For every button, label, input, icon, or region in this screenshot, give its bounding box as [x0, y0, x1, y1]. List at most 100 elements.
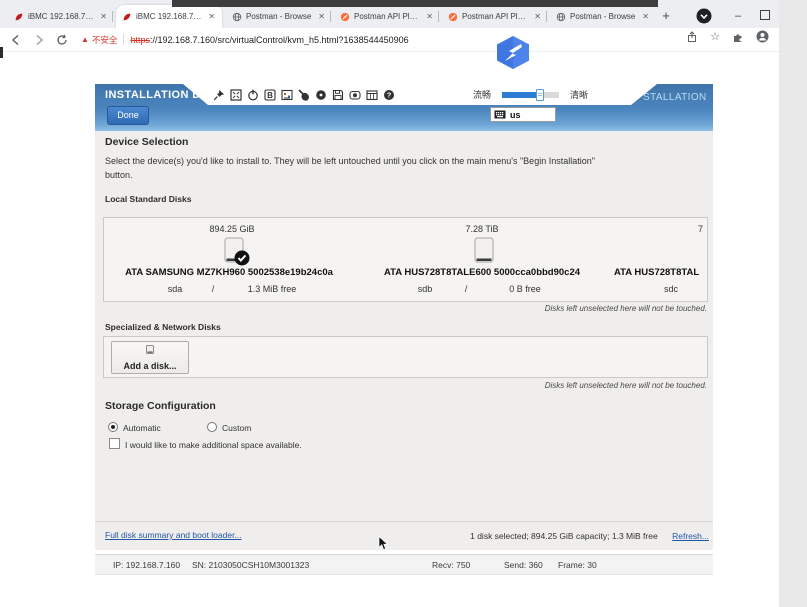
status-ip: IP: 192.168.7.160: [113, 560, 180, 570]
pin-icon[interactable]: [213, 89, 225, 101]
keyboard-layout-chip[interactable]: us: [490, 107, 556, 122]
quality-slider-handle[interactable]: [536, 89, 544, 101]
record-icon[interactable]: [349, 89, 361, 101]
unselected-note: Disks left unselected here will not be t…: [545, 304, 707, 313]
radio-custom-circle[interactable]: [207, 422, 217, 432]
reload-icon[interactable]: [55, 34, 69, 46]
fit-screen-icon[interactable]: [230, 89, 242, 101]
extensions-puzzle-icon[interactable]: [732, 31, 744, 43]
help-icon[interactable]: ?: [383, 89, 395, 101]
full-summary-link[interactable]: Full disk summary and boot loader...: [105, 530, 242, 540]
device-selection-desc-2: button.: [105, 170, 133, 180]
keyboard-icon: [494, 110, 506, 119]
window-minimize-button[interactable]: –: [735, 10, 741, 22]
power-icon[interactable]: [247, 89, 259, 101]
checkbox-additional-space[interactable]: I would like to make additional space av…: [109, 435, 302, 453]
disk-free: 1.3 MiB free: [227, 284, 317, 294]
url-rest: ://192.168.7.160/src/virtualControl/kvm_…: [150, 35, 409, 45]
top-artifact-strip: [172, 0, 658, 7]
bottom-action-row: Full disk summary and boot loader... 1 d…: [105, 526, 709, 544]
disk-tile-sdb[interactable]: 7.28 TiB ATA HUS728T8TALE600 5000cca0bbd…: [360, 218, 604, 300]
bottom-divider: [95, 521, 713, 522]
security-chip[interactable]: ▲ 不安全: [81, 34, 117, 46]
disk-mount-sep: /: [207, 284, 219, 294]
tab-separator: [112, 11, 113, 22]
disk-tile-sdc[interactable]: 7 ATA HUS728T8TAL sdc: [612, 218, 708, 300]
tab-separator: [330, 11, 331, 22]
warning-triangle-icon: ▲: [81, 35, 89, 44]
address-bar[interactable]: ▲ 不安全 https://192.168.7.160/src/virtualC…: [0, 28, 779, 52]
desktop-edge: [779, 0, 807, 607]
radio-custom[interactable]: Custom: [207, 418, 251, 436]
checkbox-box[interactable]: [109, 438, 120, 449]
postman-favicon: [448, 12, 458, 22]
postman-favicon: [340, 12, 350, 22]
share-icon[interactable]: [686, 31, 698, 43]
forward-icon[interactable]: [32, 34, 46, 46]
tab-postman-browse-2[interactable]: Postman - Browse ✕: [550, 5, 656, 28]
disk-capacity: 894.25 GiB: [169, 224, 295, 234]
quality-slider[interactable]: [502, 92, 559, 98]
globe-favicon: [556, 12, 566, 22]
globe-favicon: [232, 12, 242, 22]
tab-close-icon[interactable]: ✕: [425, 12, 434, 21]
chip-divider: [123, 34, 124, 45]
smooth-label: 流畅: [473, 88, 491, 101]
disk-tile-sda[interactable]: 894.25 GiB ATA SAMSUNG MZ7KH960 5002538e…: [107, 218, 351, 300]
disk-name: ATA HUS728T8TALE600 5000cca0bbd90c24: [360, 267, 604, 278]
tab-postman-api-1[interactable]: Postman API Platfo ✕: [334, 5, 440, 28]
thunder-download-icon[interactable]: [494, 35, 532, 70]
specialized-disks-panel: Add a disk...: [103, 336, 708, 378]
refresh-link[interactable]: Refresh...: [672, 531, 709, 541]
window-maximize-button[interactable]: [760, 10, 770, 20]
tab-ibmc-2-active[interactable]: iBMC 192.168.7.16 ✕: [116, 5, 222, 28]
tab-title: Postman - Browse: [570, 12, 637, 21]
add-disk-label: Add a disk...: [112, 361, 188, 371]
tab-close-icon[interactable]: ✕: [641, 12, 650, 21]
unselected-note-2: Disks left unselected here will not be t…: [545, 381, 707, 390]
add-disk-drive-icon: [143, 345, 157, 355]
bookmark-star-icon[interactable]: ☆: [710, 32, 720, 42]
disk-device: sdc: [664, 284, 678, 294]
floppy-save-icon[interactable]: [332, 89, 344, 101]
tab-ibmc-1[interactable]: iBMC 192.168.7.16 ✕: [8, 5, 114, 28]
tab-close-icon[interactable]: ✕: [99, 12, 108, 21]
ibmc-favicon: [14, 12, 24, 22]
tab-title: iBMC 192.168.7.16: [136, 12, 203, 21]
disk-mount-sep: /: [460, 284, 472, 294]
status-recv: Recv: 750: [432, 560, 470, 570]
profile-avatar-icon[interactable]: [756, 30, 769, 43]
new-tab-button[interactable]: +: [658, 8, 674, 24]
add-disk-button[interactable]: Add a disk...: [111, 341, 189, 374]
disk-drive-icon: [471, 237, 497, 265]
tab-close-icon[interactable]: ✕: [317, 12, 326, 21]
screen: iBMC 192.168.7.16 ✕ iBMC 192.168.7.16 ✕ …: [0, 0, 807, 607]
tab-title: iBMC 192.168.7.16: [28, 12, 95, 21]
local-disks-label: Local Standard Disks: [105, 194, 191, 204]
done-button[interactable]: Done: [107, 106, 149, 125]
svg-text:B: B: [267, 91, 273, 100]
radio-automatic[interactable]: Automatic: [108, 418, 161, 436]
back-icon[interactable]: [9, 34, 23, 46]
mouse-control-icon[interactable]: [298, 89, 310, 101]
installer-title-right: STALLATION: [643, 92, 707, 103]
mouse-cursor: [378, 536, 389, 551]
tab-separator: [438, 11, 439, 22]
tab-close-icon[interactable]: ✕: [207, 12, 216, 21]
url-text: https://192.168.7.160/src/virtualControl…: [130, 35, 408, 45]
not-secure-label: 不安全: [92, 34, 118, 46]
disk-name: ATA SAMSUNG MZ7KH960 5002538e19b24c0a: [107, 267, 351, 278]
storage-config-header: Storage Configuration: [105, 400, 216, 412]
tab-postman-api-2[interactable]: Postman API Platfo ✕: [442, 5, 548, 28]
screen-settings-icon[interactable]: [366, 89, 378, 101]
browser-update-icon[interactable]: [696, 8, 712, 24]
disk-name: ATA HUS728T8TAL: [614, 267, 708, 278]
tab-close-icon[interactable]: ✕: [533, 12, 542, 21]
disk-capacity: 7.28 TiB: [419, 224, 545, 234]
soft-keyboard-icon[interactable]: [281, 89, 293, 101]
tab-postman-browse-1[interactable]: Postman - Browse ✕: [226, 5, 332, 28]
selection-area: 1 disk selected; 894.25 GiB capacity; 1.…: [470, 526, 709, 544]
cdrom-icon[interactable]: [315, 89, 327, 101]
radio-automatic-circle[interactable]: [108, 422, 118, 432]
boot-options-icon[interactable]: B: [264, 89, 276, 101]
